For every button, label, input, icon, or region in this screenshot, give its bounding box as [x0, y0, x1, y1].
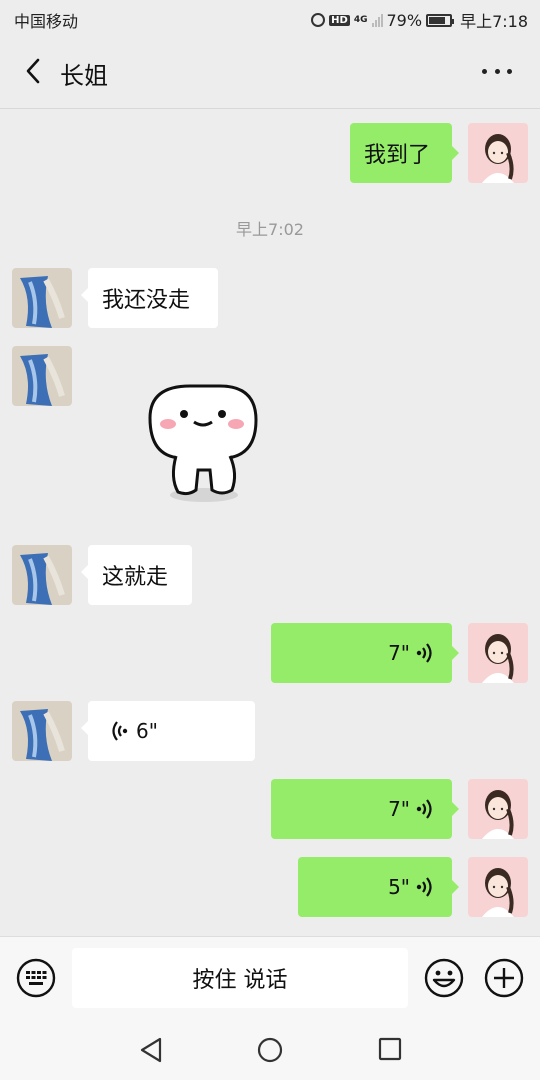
hd-icon: HD: [329, 14, 350, 26]
message-text: 这就走: [102, 565, 169, 590]
voice-wave-icon: [416, 643, 432, 663]
voice-wave-icon: [416, 799, 432, 819]
message-bubble-incoming[interactable]: 这就走: [81, 545, 192, 605]
voice-message-incoming[interactable]: 6": [81, 701, 255, 761]
hold-to-talk-button[interactable]: 按住 说话: [72, 948, 408, 1008]
signal-icon: [371, 13, 383, 27]
voice-message-outgoing[interactable]: 7": [271, 623, 459, 683]
voice-duration: 6": [136, 719, 158, 743]
status-bar: 中国移动 HD 4G 79% 早上7:18: [0, 0, 540, 36]
voice-message-outgoing[interactable]: 5": [298, 857, 459, 917]
my-avatar[interactable]: [468, 857, 528, 917]
white-blob-sticker[interactable]: [140, 378, 266, 508]
timestamp-label: 早上7:02: [236, 220, 304, 239]
carrier-label: 中国移动: [14, 12, 79, 31]
voice-duration: 5": [388, 875, 410, 899]
emoji-icon[interactable]: [424, 958, 464, 998]
message-text: 我到了: [364, 143, 431, 168]
chat-title: 长姐: [60, 62, 108, 90]
my-avatar[interactable]: [468, 123, 528, 183]
voice-duration: 7": [388, 641, 410, 665]
voice-wave-icon: [112, 721, 128, 741]
system-nav-bar: [0, 1020, 540, 1080]
voice-wave-icon: [416, 877, 432, 897]
nav-back-icon[interactable]: [138, 1036, 164, 1064]
my-avatar[interactable]: [468, 779, 528, 839]
network-type: 4G: [353, 14, 368, 25]
back-arrow-icon[interactable]: [20, 56, 50, 86]
contact-avatar[interactable]: [12, 346, 72, 406]
battery-icon: [426, 13, 455, 27]
contact-avatar[interactable]: [12, 701, 72, 761]
nav-home-icon[interactable]: [257, 1037, 283, 1063]
alarm-icon: [311, 13, 326, 27]
battery-percent: 79%: [386, 10, 423, 30]
plus-icon[interactable]: [484, 958, 524, 998]
keyboard-icon[interactable]: [16, 958, 56, 998]
status-icons: HD 4G 79% 早上7:18: [311, 8, 528, 32]
voice-duration: 7": [388, 797, 410, 821]
contact-avatar[interactable]: [12, 545, 72, 605]
chat-header: 长姐: [0, 36, 540, 109]
nav-recents-icon[interactable]: [378, 1037, 402, 1061]
my-avatar[interactable]: [468, 623, 528, 683]
input-bar: 按住 说话: [0, 936, 540, 1021]
voice-message-outgoing[interactable]: 7": [271, 779, 459, 839]
message-bubble-outgoing[interactable]: 我到了: [350, 123, 459, 183]
message-bubble-incoming[interactable]: 我还没走: [81, 268, 218, 328]
clock: 早上7:18: [460, 12, 528, 31]
contact-avatar[interactable]: [12, 268, 72, 328]
more-options-icon[interactable]: [482, 56, 512, 86]
message-text: 我还没走: [102, 288, 191, 313]
